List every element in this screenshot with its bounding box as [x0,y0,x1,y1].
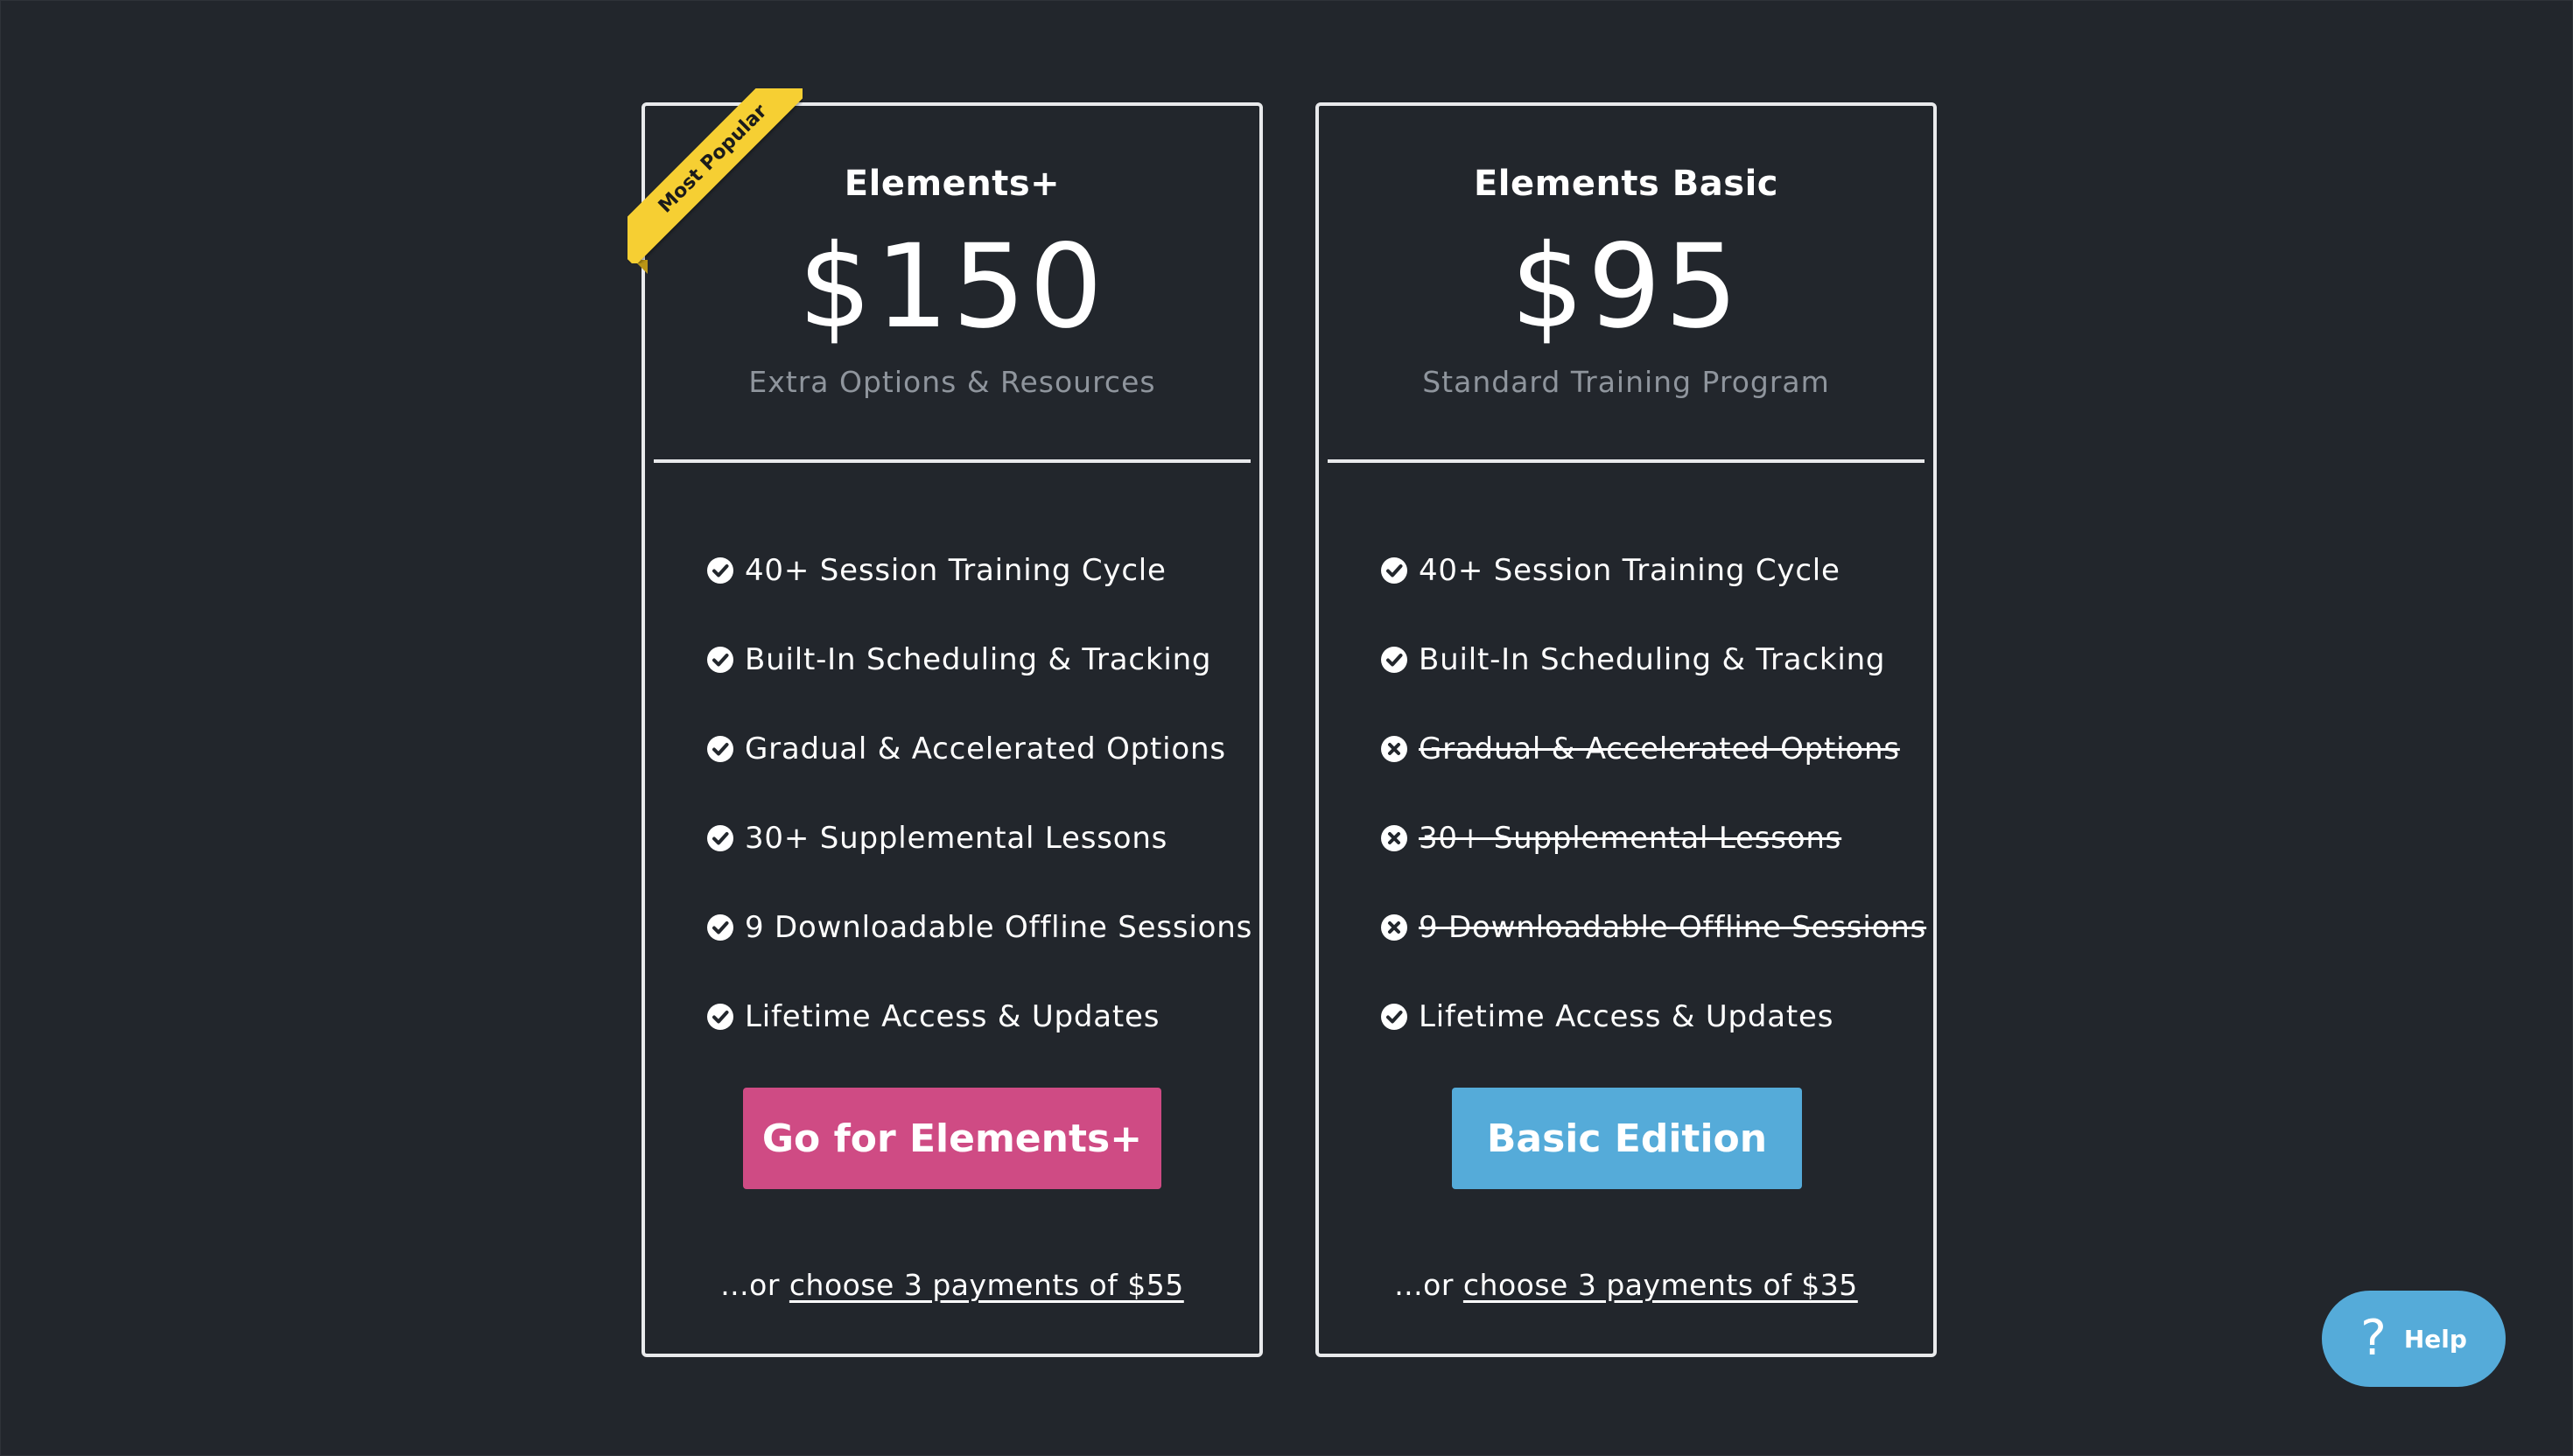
feature-label: 30+ Supplemental Lessons [745,821,1168,856]
feature-label: 40+ Session Training Cycle [1419,553,1840,588]
most-popular-ribbon: Most Popular [627,88,803,263]
check-circle-icon [1380,1003,1408,1031]
feature-item: Gradual & Accelerated Options [1380,704,1916,794]
check-circle-icon [706,556,734,584]
feature-label: Gradual & Accelerated Options [745,732,1226,766]
feature-label: 40+ Session Training Cycle [745,553,1167,588]
plan-card-elements-plus: Most Popular Elements+ $150 Extra Option… [627,88,1263,1357]
go-for-elements-plus-button[interactable]: Go for Elements+ [743,1088,1161,1189]
question-icon: ? [2360,1310,2387,1367]
divider [1328,459,1924,463]
help-label: Help [2403,1324,2467,1354]
feature-item: 30+ Supplemental Lessons [1380,794,1916,883]
feature-item: 30+ Supplemental Lessons [706,794,1242,883]
ribbon-label: Most Popular [627,88,803,263]
feature-item: 9 Downloadable Offline Sessions [706,883,1251,972]
feature-item: Built-In Scheduling & Tracking [706,615,1242,704]
plan-header: Elements Basic $95 Standard Training Pro… [1319,106,1933,465]
installment-link[interactable]: choose 3 payments of $55 [789,1268,1184,1302]
feature-label: 9 Downloadable Offline Sessions [1419,910,1927,945]
feature-label: Built-In Scheduling & Tracking [745,642,1212,677]
installment-option: ...or choose 3 payments of $55 [645,1268,1259,1302]
check-circle-icon [706,1003,734,1031]
feature-list: 40+ Session Training Cycle Built-In Sche… [706,526,1251,1061]
x-circle-icon [1380,914,1408,942]
plan-subtitle: Extra Options & Resources [748,365,1156,399]
plan-price: $95 [1511,220,1742,354]
feature-item: Lifetime Access & Updates [1380,972,1916,1061]
feature-label: Lifetime Access & Updates [1419,999,1834,1034]
help-button[interactable]: ? Help [2322,1291,2506,1387]
check-circle-icon [706,914,734,942]
x-circle-icon [1380,824,1408,852]
feature-label: Gradual & Accelerated Options [1419,732,1900,766]
feature-item: Built-In Scheduling & Tracking [1380,615,1916,704]
plan-name: Elements Basic [1473,164,1778,204]
feature-label: 30+ Supplemental Lessons [1419,821,1842,856]
installment-prefix: ...or [720,1268,789,1302]
feature-item: Lifetime Access & Updates [706,972,1242,1061]
check-circle-icon [706,824,734,852]
feature-item: 40+ Session Training Cycle [1380,526,1916,615]
installment-option: ...or choose 3 payments of $35 [1319,1268,1933,1302]
check-circle-icon [1380,556,1408,584]
installment-link[interactable]: choose 3 payments of $35 [1463,1268,1858,1302]
feature-item: Gradual & Accelerated Options [706,704,1242,794]
check-circle-icon [1380,646,1408,674]
feature-label: Built-In Scheduling & Tracking [1419,642,1886,677]
installment-prefix: ...or [1394,1268,1463,1302]
plan-subtitle: Standard Training Program [1422,365,1830,399]
feature-list: 40+ Session Training Cycle Built-In Sche… [1380,526,1925,1061]
check-circle-icon [706,735,734,763]
feature-label: 9 Downloadable Offline Sessions [745,910,1253,945]
feature-item: 40+ Session Training Cycle [706,526,1242,615]
pricing-page: Most Popular Elements+ $150 Extra Option… [0,0,2573,1456]
feature-label: Lifetime Access & Updates [745,999,1160,1034]
basic-edition-button[interactable]: Basic Edition [1452,1088,1802,1189]
divider [654,459,1251,463]
x-circle-icon [1380,735,1408,763]
check-circle-icon [706,646,734,674]
feature-item: 9 Downloadable Offline Sessions [1380,883,1925,972]
plan-card-elements-basic: Elements Basic $95 Standard Training Pro… [1315,102,1937,1357]
